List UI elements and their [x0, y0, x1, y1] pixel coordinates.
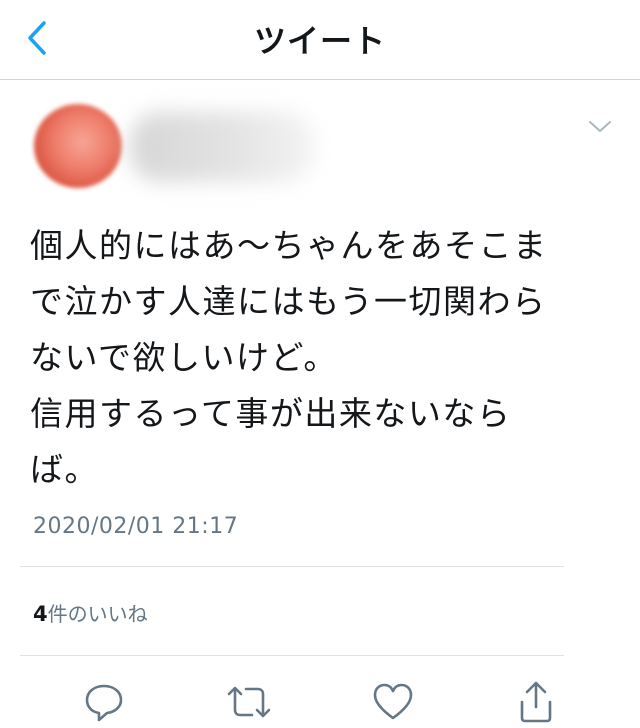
share-button[interactable] [514, 680, 558, 724]
tweet-actions [0, 672, 640, 728]
share-icon [520, 681, 552, 723]
tweet-text: 個人的にはあ〜ちゃんをあそこま で泣かす人達にはもう一切関わら ないで欲しいけど… [30, 226, 548, 489]
retweet-button[interactable] [225, 680, 271, 724]
author-name-redacted [130, 112, 315, 182]
likes-summary[interactable]: 4件のいいね [33, 598, 148, 627]
divider [20, 655, 564, 656]
more-options-button[interactable] [585, 114, 615, 138]
chevron-down-icon [589, 121, 611, 132]
like-icon [373, 683, 413, 720]
divider [20, 566, 564, 567]
avatar[interactable] [34, 104, 122, 188]
navigation-bar: ツイート [0, 0, 640, 80]
tweet-author[interactable] [30, 92, 620, 192]
like-button[interactable] [371, 680, 415, 724]
reply-icon [85, 684, 123, 722]
retweet-icon [227, 686, 271, 718]
page-title: ツイート [253, 22, 386, 60]
likes-label: 件のいいね [47, 602, 148, 626]
likes-count: 4 [33, 602, 48, 626]
tweet-timestamp: 2020/02/01 21:17 [33, 514, 239, 539]
reply-button[interactable] [82, 680, 126, 724]
